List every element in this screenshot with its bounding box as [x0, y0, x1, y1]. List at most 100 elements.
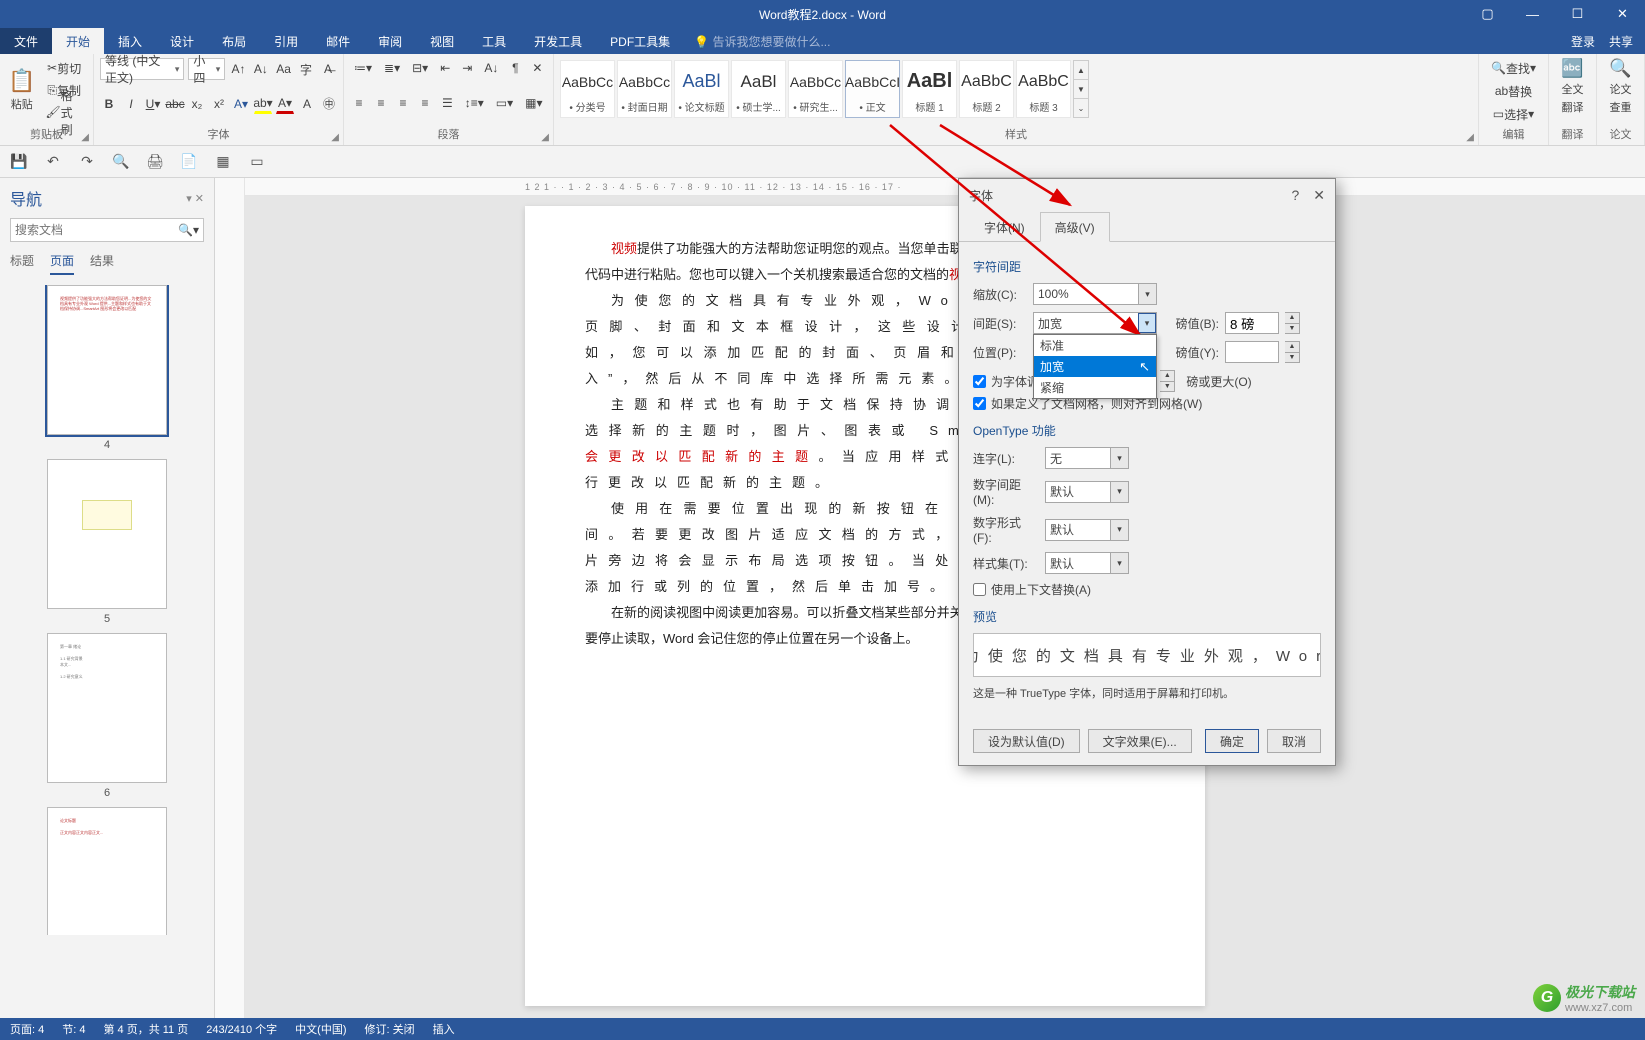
tab-developer[interactable]: 开发工具: [520, 28, 596, 54]
style-item-active[interactable]: AaBbCcI• 正文: [845, 60, 900, 118]
tab-pdf[interactable]: PDF工具集: [596, 28, 684, 54]
tab-mailings[interactable]: 邮件: [312, 28, 364, 54]
kerning-checkbox[interactable]: [973, 375, 986, 388]
status-section[interactable]: 节: 4: [62, 1021, 85, 1037]
spacing-by-input[interactable]: [1225, 312, 1279, 334]
font-size-select[interactable]: 小四▾: [188, 58, 225, 80]
page-thumbnail[interactable]: 论文标题正文内容正文内容正文...: [47, 807, 167, 935]
spacing-select[interactable]: 加宽▾: [1033, 312, 1157, 334]
spin-up-icon[interactable]: ▲: [1285, 313, 1299, 324]
spin-up-icon[interactable]: ▲: [1285, 342, 1299, 353]
save-icon[interactable]: 💾: [8, 151, 30, 173]
line-spacing-icon[interactable]: ↕≡▾: [461, 93, 488, 113]
phonetic-guide-icon[interactable]: 字: [297, 59, 315, 79]
status-insert[interactable]: 插入: [433, 1021, 455, 1037]
kerning-spin[interactable]: ▲▼: [1160, 370, 1175, 392]
style-scroll-up-icon[interactable]: ▲: [1074, 61, 1088, 80]
text-effects-icon[interactable]: A▾: [232, 94, 250, 114]
numspace-select[interactable]: 默认▾: [1045, 481, 1129, 503]
login-link[interactable]: 登录: [1571, 33, 1595, 50]
qat-icon[interactable]: 📄: [178, 151, 200, 173]
ok-button[interactable]: 确定: [1205, 729, 1259, 753]
sort-icon[interactable]: A↓: [480, 58, 502, 78]
cancel-button[interactable]: 取消: [1267, 729, 1321, 753]
status-page[interactable]: 页面: 4: [10, 1021, 44, 1037]
align-right-icon[interactable]: ≡: [394, 93, 412, 113]
decrease-indent-icon[interactable]: ⇤: [436, 58, 454, 78]
dropdown-option-condensed[interactable]: 紧缩: [1034, 377, 1156, 398]
show-marks-icon[interactable]: ¶: [506, 58, 524, 78]
spacing-dropdown[interactable]: 标准 加宽↖ 紧缩: [1033, 334, 1157, 399]
nav-search-input[interactable]: [15, 223, 178, 237]
increase-indent-icon[interactable]: ⇥: [458, 58, 476, 78]
ribbon-options-icon[interactable]: ▢: [1465, 0, 1510, 28]
align-center-icon[interactable]: ≡: [372, 93, 390, 113]
style-gallery[interactable]: AaBbCc• 分类号 AaBbCc• 封面日期 AaBl• 论文标题 AaBl…: [560, 58, 1472, 118]
style-more-icon[interactable]: ⌄: [1074, 99, 1088, 117]
font-launcher-icon[interactable]: ◢: [331, 132, 339, 143]
tab-tools[interactable]: 工具: [468, 28, 520, 54]
status-pages[interactable]: 第 4 页，共 11 页: [103, 1021, 188, 1037]
ligatures-select[interactable]: 无▾: [1045, 447, 1129, 469]
style-item[interactable]: AaBl标题 1: [902, 60, 957, 118]
spacing-by-spin[interactable]: ▲▼: [1285, 312, 1300, 334]
tab-home[interactable]: 开始: [52, 28, 104, 54]
distribute-icon[interactable]: ☰: [438, 93, 457, 113]
shrink-font-icon[interactable]: A↓: [252, 59, 270, 79]
minimize-button[interactable]: —: [1510, 0, 1555, 28]
context-checkbox[interactable]: [973, 583, 986, 596]
dialog-help-icon[interactable]: ?: [1291, 187, 1299, 204]
nav-search[interactable]: 🔍▾: [10, 218, 204, 242]
dialog-close-icon[interactable]: ✕: [1313, 187, 1325, 204]
tab-file[interactable]: 文件: [0, 28, 52, 54]
style-item[interactable]: AaBbCc• 研究生...: [788, 60, 843, 118]
spin-down-icon[interactable]: ▼: [1285, 324, 1299, 334]
text-effects-button[interactable]: 文字效果(E)...: [1088, 729, 1192, 753]
shading-icon[interactable]: ▭▾: [492, 93, 517, 113]
nav-tab-pages[interactable]: 页面: [50, 252, 74, 275]
tab-view[interactable]: 视图: [416, 28, 468, 54]
clipboard-launcher-icon[interactable]: ◢: [81, 132, 89, 143]
enclose-char-icon[interactable]: ㊥: [320, 94, 338, 114]
status-words[interactable]: 243/2410 个字: [206, 1021, 277, 1037]
styleset-select[interactable]: 默认▾: [1045, 552, 1129, 574]
tab-design[interactable]: 设计: [156, 28, 208, 54]
share-button[interactable]: 共享: [1609, 33, 1633, 50]
close-button[interactable]: ✕: [1600, 0, 1645, 28]
bold-button[interactable]: B: [100, 94, 118, 114]
italic-button[interactable]: I: [122, 94, 140, 114]
dialog-tab-advanced[interactable]: 高级(V): [1040, 212, 1110, 242]
page-thumbnail[interactable]: 视频提供了功能强大的方法帮助您证明...为使您的文档具有专业外观 Word 提供…: [47, 285, 167, 451]
underline-button[interactable]: U▾: [144, 94, 162, 114]
styles-launcher-icon[interactable]: ◢: [1466, 132, 1474, 143]
text-direction-icon[interactable]: ✕: [528, 58, 546, 78]
tab-review[interactable]: 审阅: [364, 28, 416, 54]
maximize-button[interactable]: ☐: [1555, 0, 1600, 28]
bullets-icon[interactable]: ≔▾: [350, 58, 376, 78]
nav-tab-headings[interactable]: 标题: [10, 252, 34, 275]
paste-button[interactable]: 📋 粘贴: [6, 58, 37, 122]
tab-insert[interactable]: 插入: [104, 28, 156, 54]
subscript-button[interactable]: x₂: [188, 94, 206, 114]
undo-icon[interactable]: ↶: [42, 151, 64, 173]
nav-tab-results[interactable]: 结果: [90, 252, 114, 275]
format-painter-button[interactable]: 🖌 格式刷: [41, 102, 87, 122]
borders-icon[interactable]: ▦▾: [521, 93, 546, 113]
print-preview-icon[interactable]: 🔍: [110, 151, 132, 173]
superscript-button[interactable]: x²: [210, 94, 228, 114]
paragraph-launcher-icon[interactable]: ◢: [541, 132, 549, 143]
paper-check-button[interactable]: 🔍 论文查重: [1603, 58, 1638, 115]
align-left-icon[interactable]: ≡: [350, 93, 368, 113]
tell-me[interactable]: 💡 告诉我您想要做什么...: [694, 33, 830, 50]
spin-down-icon[interactable]: ▼: [1285, 353, 1299, 363]
select-button[interactable]: ▭ 选择▾: [1485, 104, 1542, 124]
highlight-icon[interactable]: ab▾: [254, 94, 272, 114]
strike-button[interactable]: abc: [166, 94, 184, 114]
status-track[interactable]: 修订: 关闭: [365, 1021, 415, 1037]
set-default-button[interactable]: 设为默认值(D): [973, 729, 1080, 753]
qat-icon[interactable]: 🖨: [144, 151, 166, 173]
find-button[interactable]: 🔍 查找▾: [1485, 58, 1542, 78]
position-by-spin[interactable]: ▲▼: [1285, 341, 1300, 363]
style-item[interactable]: AaBl• 论文标题: [674, 60, 729, 118]
style-item[interactable]: AaBl• 硕士学...: [731, 60, 786, 118]
